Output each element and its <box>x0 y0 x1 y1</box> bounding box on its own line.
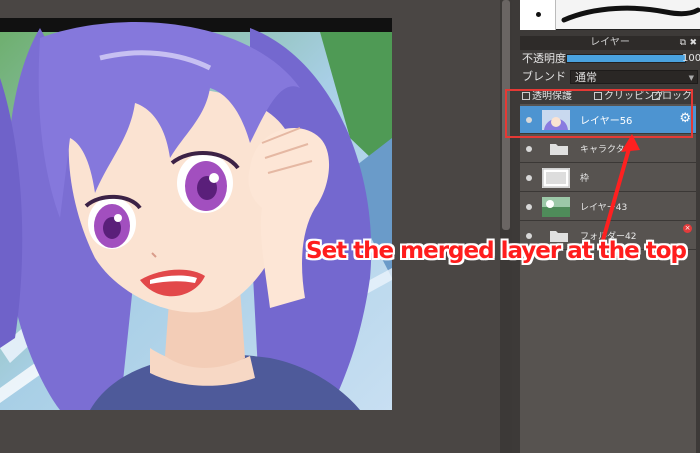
layer-row-character[interactable]: キャラクター <box>520 135 696 163</box>
layer-thumbnail <box>542 197 570 217</box>
folder-icon <box>550 144 568 155</box>
brush-size-box[interactable] <box>520 0 556 30</box>
close-icon[interactable]: ✖ <box>689 36 697 50</box>
layer-row-43[interactable]: レイヤー43 <box>520 193 696 221</box>
layer-list: レイヤー56 ⚙ キャラクター 枠 レイヤー43 フォルダー42 × <box>520 104 696 453</box>
popout-icon[interactable]: ⧉ <box>680 36 686 50</box>
opacity-label: 不透明度 <box>522 52 566 65</box>
layer-panel-title: レイヤー <box>590 37 630 48</box>
opacity-value: 100 <box>682 53 700 64</box>
chevron-down-icon: ▼ <box>688 74 694 82</box>
delete-icon[interactable]: × <box>683 224 692 233</box>
opacity-slider-fill <box>567 55 685 62</box>
brush-dot <box>536 12 541 17</box>
right-panel: レイヤー ⧉ ✖ 不透明度 100 ブレンド 通常 ▼ 透明保護 クリッピング … <box>512 0 700 453</box>
annotation-text: Set the merged layer at the top <box>306 238 687 264</box>
layer-name: 枠 <box>580 174 590 184</box>
layer-name: レイヤー43 <box>580 203 628 213</box>
illustration <box>0 18 392 410</box>
layer-panel-header: レイヤー ⧉ ✖ <box>520 36 700 50</box>
eye-icon[interactable] <box>526 146 532 152</box>
drawing-canvas[interactable] <box>0 18 392 410</box>
blend-mode-select[interactable]: 通常 ▼ <box>570 70 698 84</box>
layer-row-frame[interactable]: 枠 <box>520 164 696 192</box>
blend-row: ブレンド 通常 ▼ <box>520 70 700 84</box>
opacity-row: 不透明度 100 <box>520 52 700 66</box>
layer-name: キャラクター <box>580 145 634 155</box>
brush-preview <box>520 0 700 30</box>
app-window: レイヤー ⧉ ✖ 不透明度 100 ブレンド 通常 ▼ 透明保護 クリッピング … <box>0 0 700 453</box>
eye-icon[interactable] <box>526 204 532 210</box>
layer-thumbnail <box>542 168 570 188</box>
highlight-box <box>505 89 693 138</box>
blend-mode-value: 通常 <box>575 71 597 84</box>
canvas-scrollbar[interactable] <box>500 0 512 453</box>
brush-stroke-preview <box>561 5 700 23</box>
blend-label: ブレンド <box>522 70 566 83</box>
eye-icon[interactable] <box>526 175 532 181</box>
opacity-slider[interactable] <box>566 54 686 63</box>
